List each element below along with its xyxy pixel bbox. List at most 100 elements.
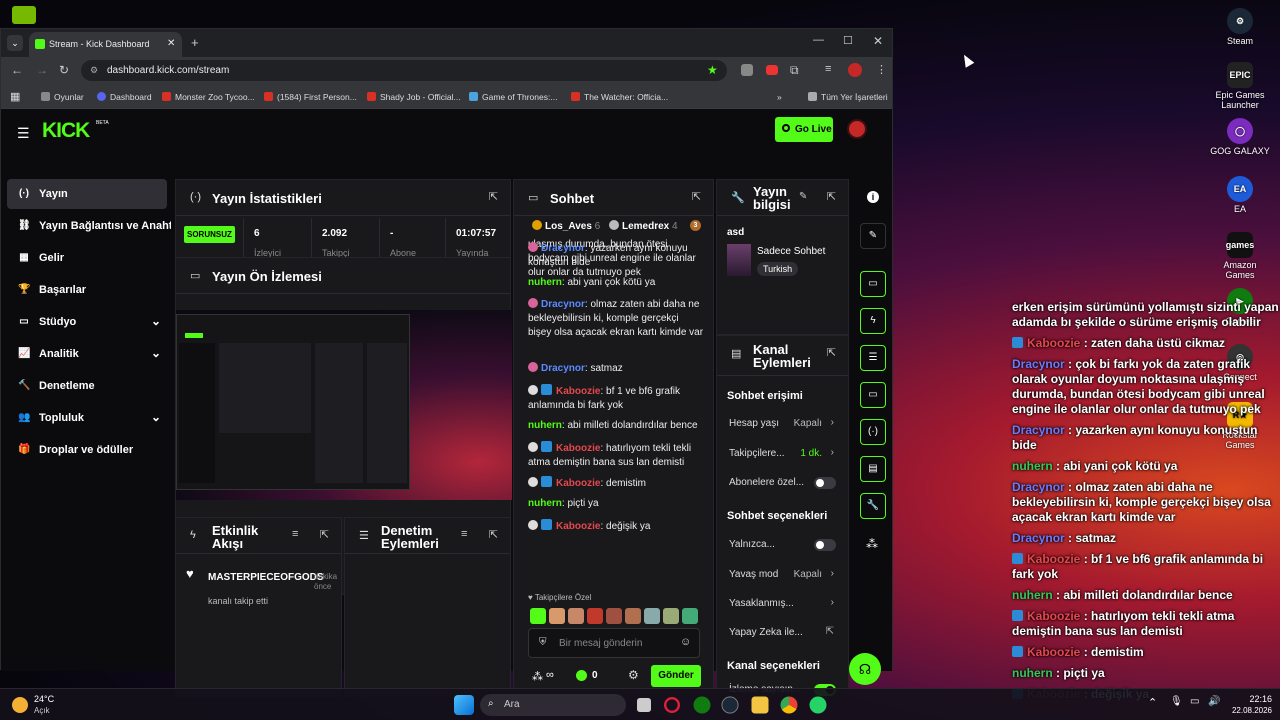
chatter-avatar[interactable] xyxy=(568,608,584,624)
chat-username[interactable]: Kaboozie xyxy=(556,478,600,489)
sidebar-item-2[interactable]: ▦ Gelir xyxy=(7,243,167,273)
all-bookmarks[interactable]: Tüm Yer İşaretleri xyxy=(808,92,888,102)
chatter-avatar[interactable] xyxy=(644,608,660,624)
apps-grid-icon[interactable]: ▦ xyxy=(10,90,20,103)
site-info-icon[interactable]: ⚙ xyxy=(90,65,98,76)
top-gifter-1[interactable]: Los_Aves xyxy=(545,221,592,232)
bookmark-the-watcher[interactable]: The Watcher: Officia... xyxy=(571,92,668,102)
chatter-avatar[interactable] xyxy=(663,608,679,624)
tray-overflow-icon[interactable]: ⌃ xyxy=(1148,696,1157,709)
minimize-button[interactable]: — xyxy=(813,34,824,46)
chat-username[interactable]: Kaboozie xyxy=(556,521,600,532)
followers-row[interactable]: Takipçilere... xyxy=(729,448,841,459)
sidebar-item-1[interactable]: ⛓ Yayın Bağlantısı ve Anahtarı xyxy=(7,211,171,241)
whatsapp-icon[interactable] xyxy=(809,696,827,714)
bookmark-game-of-thrones[interactable]: Game of Thrones:... xyxy=(469,92,557,102)
hamburger-menu-icon[interactable]: ☰ xyxy=(17,125,30,142)
microphone-icon[interactable]: 🎙 xyxy=(1170,696,1183,707)
chat-username[interactable]: nuhern xyxy=(528,498,562,509)
popout-icon[interactable]: ⇱ xyxy=(827,190,836,203)
extension-icon-1[interactable] xyxy=(741,64,753,76)
start-button[interactable] xyxy=(454,695,474,715)
chatter-avatar[interactable] xyxy=(549,608,565,624)
desktop-icon-steam[interactable]: ⚙ Steam xyxy=(1208,8,1272,46)
emoji-icon[interactable]: ☺ xyxy=(680,636,691,648)
popout-icon[interactable]: ⇱ xyxy=(692,190,701,203)
network-icon[interactable]: ▭ xyxy=(1190,696,1199,707)
rail-chat-button[interactable]: ▭ xyxy=(860,382,886,408)
kick-coin-icon[interactable] xyxy=(576,670,587,681)
support-button[interactable]: ☊ xyxy=(849,653,881,685)
kick-points-icon[interactable]: ⁂ xyxy=(532,670,543,683)
url-input[interactable]: ⚙ dashboard.kick.com/stream ★ xyxy=(81,60,727,81)
rail-mod-actions-button[interactable]: ☰ xyxy=(860,345,886,371)
chat-username[interactable]: nuhern xyxy=(528,420,562,431)
tab-search-button[interactable]: ⌄ xyxy=(7,35,23,51)
browser-menu-icon[interactable]: ⋮ xyxy=(876,63,887,76)
slow-mode-row[interactable]: Yavaş mod xyxy=(729,569,841,580)
bookmark-shady-job[interactable]: Shady Job - Official... xyxy=(367,92,461,102)
popout-icon[interactable]: ⇱ xyxy=(827,346,836,359)
opera-icon[interactable] xyxy=(664,697,680,713)
sidebar-item-3[interactable]: 🏆 Başarılar xyxy=(7,275,167,305)
weather-icon[interactable] xyxy=(12,697,28,713)
bookmark-monster-zoo[interactable]: Monster Zoo Tycoo... xyxy=(162,92,255,102)
chat-username[interactable]: Dracynor xyxy=(541,243,585,254)
filter-icon[interactable]: ≡ xyxy=(292,528,298,540)
rail-stats-button[interactable]: (·) xyxy=(860,419,886,445)
xbox-app-icon[interactable] xyxy=(693,696,711,714)
chatter-avatar[interactable] xyxy=(530,608,546,624)
chat-username[interactable]: nuhern xyxy=(528,277,562,288)
maximize-button[interactable]: ☐ xyxy=(843,34,853,47)
chatter-avatar[interactable] xyxy=(606,608,622,624)
reload-button[interactable]: ↻ xyxy=(59,63,69,77)
chatter-avatar[interactable] xyxy=(625,608,641,624)
rail-channel-actions-button[interactable]: ▤ xyxy=(860,456,886,482)
desktop-icon-ea[interactable]: EA EA xyxy=(1208,176,1272,214)
chat-settings-icon[interactable]: ⚙ xyxy=(628,668,639,682)
send-button[interactable]: Gönder xyxy=(651,665,701,687)
profile-avatar[interactable] xyxy=(848,63,862,77)
sidebar-item-4[interactable]: ▭ Stüdyo ⌄ xyxy=(7,307,167,337)
taskbar-search[interactable]: ⌕ Ara xyxy=(480,694,626,716)
volume-icon[interactable]: 🔊 xyxy=(1208,696,1220,707)
kick-logo[interactable]: KICK xyxy=(42,119,90,143)
chatter-avatar[interactable] xyxy=(587,608,603,624)
tab-kick-dashboard[interactable]: Stream - Kick Dashboard ✕ xyxy=(29,32,182,57)
desktop-icon-gog[interactable]: ◯ GOG GALAXY xyxy=(1208,118,1272,156)
media-control-icon[interactable]: ≡ xyxy=(825,63,831,75)
desktop-icon-amazon[interactable]: games Amazon Games xyxy=(1208,232,1272,280)
user-avatar[interactable] xyxy=(847,119,867,139)
subscribers-only-toggle[interactable] xyxy=(814,477,836,489)
extensions-puzzle-icon[interactable]: ⧉ xyxy=(790,63,799,78)
steam-taskbar-icon[interactable] xyxy=(721,696,739,714)
back-button[interactable]: ← xyxy=(11,63,23,77)
clock-time[interactable]: 22:16 xyxy=(1236,694,1272,704)
preview-video[interactable] xyxy=(176,310,512,500)
forward-button[interactable]: → xyxy=(36,63,48,77)
account-age-row[interactable]: Hesap yaşı xyxy=(729,418,841,429)
nvidia-tray-icon[interactable] xyxy=(12,6,36,24)
chrome-icon[interactable] xyxy=(780,696,798,714)
rail-more-icon[interactable]: ⁂ xyxy=(866,537,878,551)
rail-activity-button[interactable]: ϟ xyxy=(860,308,886,334)
chatter-avatar[interactable] xyxy=(682,608,698,624)
bookmark-first-person[interactable]: (1584) First Person... xyxy=(264,92,357,102)
info-icon[interactable]: i xyxy=(867,191,879,203)
sidebar-item-6[interactable]: 🔨 Denetleme xyxy=(7,371,167,401)
message-input[interactable]: ⛨ Bir mesaj gönderin ☺ xyxy=(528,628,700,658)
go-live-button[interactable]: Go Live xyxy=(775,117,833,142)
bookmark-oyunlar[interactable]: Oyunlar xyxy=(41,92,84,102)
youtube-extension-icon[interactable] xyxy=(766,65,778,75)
rail-stream-info-button[interactable]: 🔧 xyxy=(860,493,886,519)
sidebar-item-0[interactable]: (·) Yayın xyxy=(7,179,167,209)
edit-layout-button[interactable]: ✎ xyxy=(860,223,886,249)
banned-words-row[interactable]: Yasaklanmış... xyxy=(729,598,841,609)
bookmark-dashboard[interactable]: Dashboard xyxy=(97,92,152,102)
popout-icon[interactable]: ⇱ xyxy=(320,528,329,541)
ai-moderation-row[interactable]: Yapay Zeka ile... xyxy=(729,627,841,638)
category-name[interactable]: Sadece Sohbet xyxy=(757,246,825,257)
sidebar-item-7[interactable]: 👥 Topluluk ⌄ xyxy=(7,403,167,433)
desktop-icon-epic[interactable]: EPIC Epic Games Launcher xyxy=(1208,62,1272,110)
close-tab-icon[interactable]: ✕ xyxy=(167,38,175,49)
